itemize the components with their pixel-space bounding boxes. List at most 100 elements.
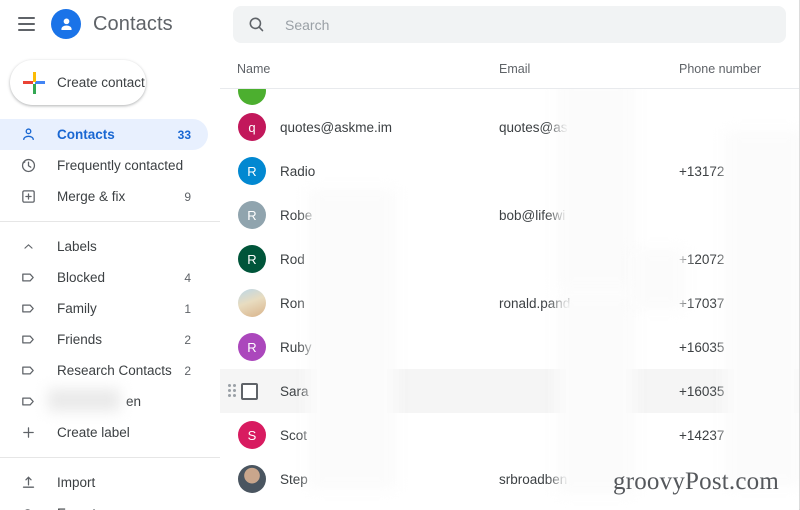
search-icon bbox=[247, 15, 267, 35]
merge-plus-box-icon bbox=[18, 187, 38, 207]
contact-name: Rod bbox=[280, 251, 305, 267]
contact-name: Radio bbox=[280, 163, 316, 179]
contact-name: Robe bbox=[280, 207, 313, 223]
search-area bbox=[220, 0, 799, 43]
contact-name: Scot bbox=[280, 427, 308, 443]
sidebar-create-label[interactable]: Create label bbox=[0, 417, 208, 448]
contact-phone: +16035 bbox=[679, 383, 725, 399]
page-title: Contacts bbox=[93, 12, 173, 35]
sidebar-label-family-label: Family bbox=[57, 301, 97, 316]
sidebar-item-contacts-count: 33 bbox=[177, 127, 191, 142]
sidebar-labels-header-label: Labels bbox=[57, 239, 97, 254]
sidebar-item-import-label: Import bbox=[57, 475, 96, 490]
label-tag-icon bbox=[18, 330, 38, 350]
contact-phone: +17037 bbox=[679, 295, 725, 311]
table-row[interactable]: R Rod +12072 bbox=[220, 237, 799, 281]
contact-name: Step bbox=[280, 471, 308, 487]
redaction-blur bbox=[48, 389, 120, 411]
avatar: R bbox=[238, 333, 266, 361]
hamburger-menu-icon[interactable] bbox=[13, 11, 39, 37]
contact-name: Sara bbox=[280, 383, 309, 399]
sidebar-item-contacts[interactable]: Contacts 33 bbox=[0, 119, 208, 150]
table-row[interactable]: q quotes@askme.im quotes@as bbox=[220, 105, 799, 149]
sidebar-create-label-label: Create label bbox=[57, 425, 130, 440]
label-tag-icon bbox=[18, 268, 38, 288]
avatar-initial: q bbox=[248, 119, 256, 135]
contact-name: quotes@askme.im bbox=[280, 119, 392, 135]
sidebar-item-merge-and-fix-label: Merge & fix bbox=[57, 189, 126, 204]
column-header-email: Email bbox=[499, 61, 531, 76]
create-contact-label: Create contact bbox=[57, 75, 145, 90]
sidebar-item-export[interactable]: Export bbox=[0, 498, 208, 510]
search-bar[interactable] bbox=[233, 6, 786, 43]
avatar bbox=[238, 465, 266, 493]
google-plus-icon bbox=[23, 71, 45, 94]
avatar bbox=[238, 289, 266, 317]
avatar-initial: R bbox=[247, 251, 257, 267]
column-header-name: Name bbox=[237, 61, 271, 76]
label-tag-icon bbox=[18, 392, 38, 412]
label-tag-icon bbox=[18, 361, 38, 381]
sidebar-item-merge-and-fix[interactable]: Merge & fix 9 bbox=[0, 181, 208, 212]
contacts-list: q quotes@askme.im quotes@as R Radio +131… bbox=[220, 89, 799, 510]
sidebar-label-friends-label: Friends bbox=[57, 332, 103, 347]
avatar-initial: R bbox=[247, 163, 257, 179]
table-row[interactable]: Sara +16035 bbox=[220, 369, 799, 413]
contact-phone: +14237 bbox=[679, 427, 725, 443]
brand-bar: Contacts bbox=[0, 0, 220, 48]
contact-phone: +13172 bbox=[679, 163, 725, 179]
table-row[interactable]: R Radio +13172 bbox=[220, 149, 799, 193]
sidebar-label-friends[interactable]: Friends 2 bbox=[0, 324, 208, 355]
sidebar-label-research-contacts-label: Research Contacts bbox=[57, 363, 172, 378]
sidebar-divider-2 bbox=[0, 457, 220, 458]
partial-avatar-above bbox=[238, 89, 266, 105]
contact-phone: +12072 bbox=[679, 251, 725, 267]
contact-email: srbroadben bbox=[499, 471, 568, 487]
drag-handle-icon[interactable] bbox=[228, 384, 236, 398]
sidebar-label-redacted[interactable]: en bbox=[0, 386, 208, 417]
sidebar-label-blocked-count: 4 bbox=[184, 270, 191, 285]
sidebar-item-import[interactable]: Import bbox=[0, 467, 208, 498]
avatar-initial: R bbox=[247, 207, 257, 223]
chevron-up-icon bbox=[18, 237, 38, 257]
sidebar-item-contacts-label: Contacts bbox=[57, 127, 115, 142]
avatar: R bbox=[238, 201, 266, 229]
row-selection-controls bbox=[228, 382, 258, 400]
sidebar: Contacts Create contact Contacts 33 Freq… bbox=[0, 0, 220, 510]
table-row[interactable]: R Ruby +16035 bbox=[220, 325, 799, 369]
sidebar-label-redacted-label: en bbox=[126, 394, 142, 409]
column-header-phone: Phone number bbox=[679, 61, 762, 76]
table-row[interactable]: S Scot +14237 bbox=[220, 413, 799, 457]
label-tag-icon bbox=[18, 299, 38, 319]
contacts-app-window: Contacts Create contact Contacts 33 Freq… bbox=[0, 0, 800, 510]
avatar: S bbox=[238, 421, 266, 449]
sidebar-item-merge-and-fix-count: 9 bbox=[184, 189, 191, 204]
sidebar-label-family-count: 1 bbox=[184, 301, 191, 316]
sidebar-label-blocked[interactable]: Blocked 4 bbox=[0, 262, 208, 293]
create-contact-button[interactable]: Create contact bbox=[10, 60, 146, 105]
sidebar-label-friends-count: 2 bbox=[184, 332, 191, 347]
avatar: R bbox=[238, 245, 266, 273]
table-column-headers: Name Email Phone number bbox=[220, 49, 799, 89]
sidebar-item-frequently-contacted-label: Frequently contacted bbox=[57, 158, 184, 173]
contact-phone: +16035 bbox=[679, 339, 725, 355]
main-content: Name Email Phone number q quotes@askme.i… bbox=[220, 0, 799, 510]
contacts-person-logo-icon bbox=[51, 9, 81, 39]
table-row[interactable]: R Robe bob@lifewi bbox=[220, 193, 799, 237]
sidebar-item-frequently-contacted[interactable]: Frequently contacted bbox=[0, 150, 208, 181]
sidebar-label-family[interactable]: Family 1 bbox=[0, 293, 208, 324]
sidebar-label-research-contacts[interactable]: Research Contacts 2 bbox=[0, 355, 208, 386]
sidebar-labels-header[interactable]: Labels bbox=[0, 231, 208, 262]
sidebar-primary-nav: Contacts 33 Frequently contacted Merge &… bbox=[0, 119, 220, 510]
table-row[interactable]: Ron ronald.pand om +17037 bbox=[220, 281, 799, 325]
export-cloud-download-icon bbox=[18, 504, 38, 510]
row-checkbox[interactable] bbox=[241, 382, 258, 400]
import-upload-icon bbox=[18, 473, 38, 493]
contact-email: quotes@as bbox=[499, 119, 568, 135]
table-row[interactable]: Step srbroadben bbox=[220, 457, 799, 501]
history-clock-icon bbox=[18, 156, 38, 176]
avatar: R bbox=[238, 157, 266, 185]
sidebar-item-export-label: Export bbox=[57, 506, 96, 510]
search-input[interactable] bbox=[285, 16, 771, 33]
contact-name: Ruby bbox=[280, 339, 312, 355]
